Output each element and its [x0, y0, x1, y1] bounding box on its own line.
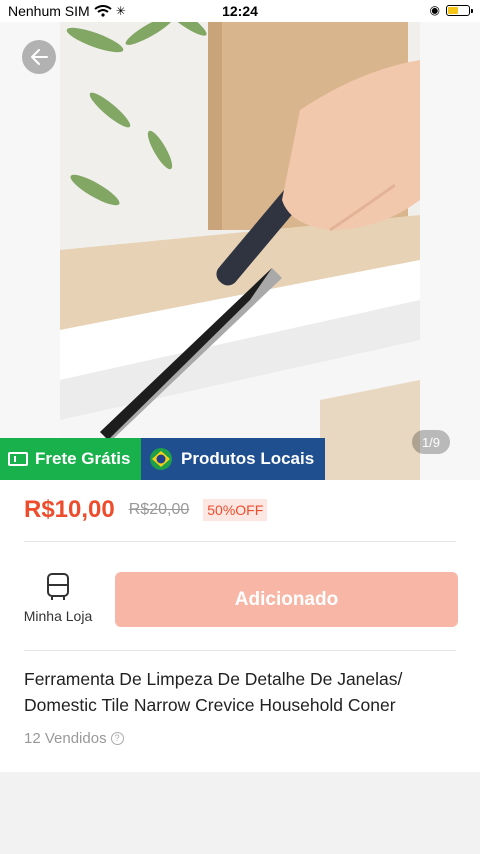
clock: 12:24 [222, 3, 258, 19]
free-shipping-label: Frete Grátis [35, 449, 131, 468]
ticket-icon [8, 452, 28, 466]
local-products-badge: Produtos Locais [141, 438, 325, 480]
brazil-flag-icon [150, 448, 172, 470]
sold-count-label: 12 Vendidos [24, 730, 107, 747]
product-photo-illustration [0, 0, 480, 480]
image-counter: 1/9 [412, 430, 450, 454]
product-info-panel: R$10,00 R$20,00 50%OFF Minha Loja Adicio… [0, 480, 480, 772]
my-store-button[interactable]: Minha Loja [22, 572, 94, 624]
price-row: R$10,00 R$20,00 50%OFF [24, 496, 268, 524]
arrow-left-icon [31, 49, 48, 65]
divider [24, 650, 456, 651]
my-store-label: Minha Loja [23, 608, 93, 624]
question-icon[interactable]: ? [110, 732, 124, 745]
sold-count: 12 Vendidos ? [24, 730, 124, 747]
product-title-line-2: Domestic Tile Narrow Crevice Household C… [24, 695, 396, 715]
store-icon [47, 573, 69, 600]
badge-row: Frete Grátis Produtos Locais [0, 438, 325, 480]
current-price: R$10,00 [24, 496, 115, 523]
product-title-line-1: Ferramenta De Limpeza De Detalhe De Jane… [24, 669, 403, 689]
back-button[interactable] [22, 40, 56, 74]
divider [24, 541, 456, 542]
orientation-lock-icon: ◉ [429, 3, 440, 17]
battery-icon [446, 4, 473, 16]
status-right: ◉ [429, 3, 473, 17]
battery-fill [448, 6, 458, 14]
local-products-label: Produtos Locais [181, 449, 315, 468]
added-button[interactable]: Adicionado [115, 572, 458, 627]
original-price: R$20,00 [128, 501, 190, 518]
discount-badge: 50%OFF [203, 499, 268, 521]
status-bar: Nenhum SIM ✳ 12:24 ◉ [0, 0, 480, 22]
free-shipping-badge: Frete Grátis [0, 438, 141, 480]
product-title: Ferramenta De Limpeza De Detalhe De Jane… [24, 666, 454, 718]
product-image[interactable] [0, 0, 480, 480]
